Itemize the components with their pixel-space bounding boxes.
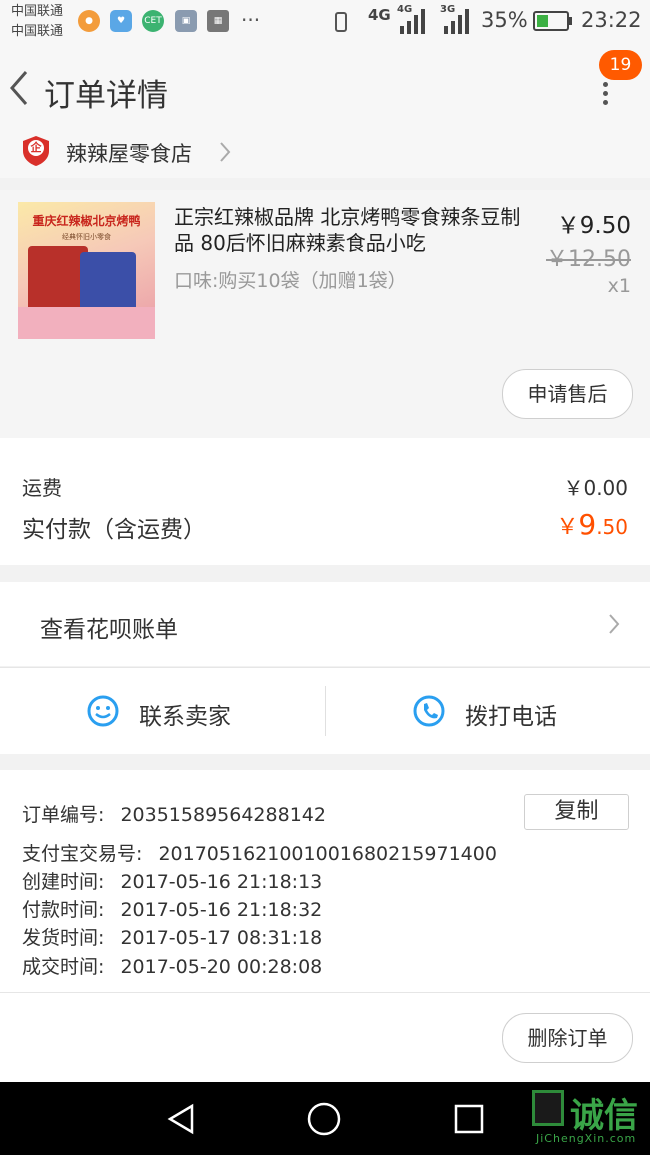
paid-label: 实付款（含运费） <box>22 517 206 543</box>
huabei-label: 查看花呗账单 <box>40 617 178 643</box>
battery-icon <box>533 11 569 31</box>
order-number-row: 订单编号: 20351589564288142 <box>22 800 326 827</box>
product-quantity: x1 <box>607 275 631 297</box>
chevron-right-icon <box>609 614 620 634</box>
alipay-row: 支付宝交易号: 2017051621001001680215971400 <box>22 839 497 866</box>
contact-bar: 联系卖家 拨打电话 <box>0 667 650 754</box>
nav-recents-icon[interactable] <box>453 1103 485 1135</box>
paid-currency: ￥ <box>556 515 579 540</box>
message-count-badge: 19 <box>599 50 642 80</box>
uc-browser-icon: ● <box>78 10 100 32</box>
alipay-number: 2017051621001001680215971400 <box>158 843 497 865</box>
product-variant: 口味:购买10袋（加赠1袋） <box>174 270 407 292</box>
shipping-value: ￥0.00 <box>563 476 628 500</box>
flowers-decoration <box>18 307 155 339</box>
created-row: 创建时间: 2017-05-16 21:18:13 <box>22 867 322 894</box>
chevron-right-icon <box>220 142 231 162</box>
vibrate-icon <box>335 12 347 32</box>
page-title: 订单详情 <box>44 78 168 114</box>
order-number-label: 订单编号: <box>22 804 105 826</box>
delete-order-button[interactable]: 删除订单 <box>502 1013 633 1063</box>
product-image-subtext: 经典怀旧小零食 <box>62 233 111 241</box>
call-phone-label: 拨打电话 <box>465 704 557 730</box>
product-image[interactable]: 重庆红辣椒北京烤鸭 经典怀旧小零食 <box>18 202 155 339</box>
network-4g-label: 4G <box>368 6 391 24</box>
copy-button[interactable]: 复制 <box>524 794 629 830</box>
more-notifications-icon: ··· <box>241 8 261 32</box>
paid-decimal: .50 <box>596 515 628 539</box>
shop-name: 辣辣屋零食店 <box>66 142 192 166</box>
system-nav-bar: 诚信 JiChengXin.com <box>0 1082 650 1155</box>
product-image-text: 重庆红辣椒北京烤鸭 <box>32 214 141 228</box>
order-details: 订单编号: 20351589564288142 复制 支付宝交易号: 20170… <box>0 770 650 992</box>
product-item[interactable]: 重庆红辣椒北京烤鸭 经典怀旧小零食 正宗红辣椒品牌 北京烤鸭零食辣条豆制品 80… <box>0 190 650 438</box>
product-price: ￥9.50 <box>556 213 631 239</box>
paid-time-row: 付款时间: 2017-05-16 21:18:32 <box>22 895 322 922</box>
contact-seller-button[interactable]: 联系卖家 <box>0 668 325 754</box>
carrier-2: 中国联通 <box>11 24 64 39</box>
shipping-label: 运费 <box>22 476 62 500</box>
product-original-price: ￥12.50 <box>546 247 631 272</box>
shop-row[interactable]: 企 辣辣屋零食店 <box>0 132 650 178</box>
nav-back-icon[interactable] <box>164 1102 198 1136</box>
paid-amount: ￥9.50 <box>556 508 628 541</box>
battery-tip <box>569 17 572 25</box>
back-arrow-icon[interactable] <box>6 68 32 108</box>
phone-icon <box>413 695 445 727</box>
gallery-icon: ▣ <box>175 10 197 32</box>
watermark-logo-icon <box>532 1090 564 1126</box>
shop-badge-char: 企 <box>28 140 44 156</box>
fee-summary: 运费 ￥0.00 实付款（含运费） ￥9.50 <box>0 438 650 565</box>
signal-icon-2 <box>444 9 469 34</box>
battery-percent: 35% <box>481 8 528 32</box>
network-4g-small-label: 4G <box>397 4 413 15</box>
paid-integer: 9 <box>578 508 597 541</box>
created-label: 创建时间: <box>22 871 105 893</box>
nav-home-icon[interactable] <box>306 1101 342 1137</box>
order-number: 20351589564288142 <box>120 804 326 826</box>
shipped-time: 2017-05-17 08:31:18 <box>120 927 323 949</box>
alipay-label: 支付宝交易号: <box>22 843 143 865</box>
contact-seller-label: 联系卖家 <box>139 704 231 730</box>
status-bar: 中国联通 中国联通 ● ♥ CET ▣ ▦ ··· 4G 4G 3G 35% 2… <box>0 0 650 44</box>
call-phone-button[interactable]: 拨打电话 <box>326 668 650 754</box>
clock: 23:22 <box>581 8 642 32</box>
shipped-row: 发货时间: 2017-05-17 08:31:18 <box>22 923 322 950</box>
completed-label: 成交时间: <box>22 956 105 978</box>
watermark-text: 诚信 <box>570 1096 638 1136</box>
created-time: 2017-05-16 21:18:13 <box>120 871 323 893</box>
more-menu-icon[interactable] <box>603 82 609 106</box>
paid-time: 2017-05-16 21:18:32 <box>120 899 323 921</box>
health-app-icon: ♥ <box>110 10 132 32</box>
completed-row: 成交时间: 2017-05-20 00:28:08 <box>22 952 322 979</box>
completed-time: 2017-05-20 00:28:08 <box>120 956 323 978</box>
watermark-url: JiChengXin.com <box>536 1132 637 1145</box>
bottom-actions: 删除订单 <box>0 992 650 1083</box>
cet-app-icon: CET <box>142 10 164 32</box>
carrier-1: 中国联通 <box>11 4 64 19</box>
product-package <box>28 246 88 316</box>
product-title: 正宗红辣椒品牌 北京烤鸭零食辣条豆制品 80后怀旧麻辣素食品小吃 <box>174 205 521 255</box>
shipped-label: 发货时间: <box>22 927 105 949</box>
chat-face-icon <box>87 695 119 727</box>
paid-time-label: 付款时间: <box>22 899 105 921</box>
huabei-bill-row[interactable]: 查看花呗账单 <box>0 582 650 666</box>
after-sale-button[interactable]: 申请售后 <box>502 369 633 419</box>
qr-app-icon: ▦ <box>207 10 229 32</box>
